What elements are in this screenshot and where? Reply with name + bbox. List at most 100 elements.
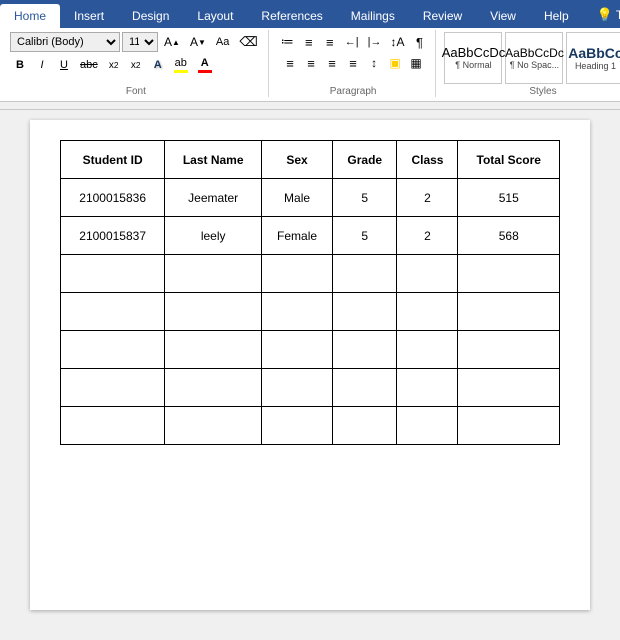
- font-color-button[interactable]: A: [194, 55, 216, 75]
- document-area: Student ID Last Name Sex Grade Class Tot…: [0, 110, 620, 620]
- col-class: Class: [397, 141, 458, 179]
- tab-insert[interactable]: Insert: [60, 4, 118, 28]
- table-cell[interactable]: Female: [262, 217, 333, 255]
- table-cell[interactable]: Male: [262, 179, 333, 217]
- table-row[interactable]: [61, 255, 560, 293]
- table-cell[interactable]: [165, 293, 262, 331]
- table-cell[interactable]: [262, 331, 333, 369]
- font-size-inc-button[interactable]: A▲: [160, 32, 184, 52]
- bold-button[interactable]: B: [10, 55, 30, 75]
- table-cell[interactable]: 515: [458, 179, 560, 217]
- center-button[interactable]: ≡: [301, 53, 321, 73]
- table-cell[interactable]: 2100015837: [61, 217, 165, 255]
- table-cell[interactable]: [397, 255, 458, 293]
- table-cell[interactable]: [61, 331, 165, 369]
- table-row[interactable]: 2100015836JeematerMale52515: [61, 179, 560, 217]
- justify-button[interactable]: ≡: [343, 53, 363, 73]
- borders-button[interactable]: ▦: [406, 53, 426, 73]
- table-row[interactable]: [61, 369, 560, 407]
- table-cell[interactable]: [333, 369, 397, 407]
- change-case-button[interactable]: Aa: [212, 32, 233, 52]
- italic-button[interactable]: I: [32, 55, 52, 75]
- align-left-button[interactable]: ≡: [280, 53, 300, 73]
- table-cell[interactable]: [458, 293, 560, 331]
- table-cell[interactable]: [262, 407, 333, 445]
- text-effects-button[interactable]: A: [148, 55, 168, 75]
- table-row[interactable]: [61, 293, 560, 331]
- table-cell[interactable]: [262, 369, 333, 407]
- table-cell[interactable]: [458, 407, 560, 445]
- underline-button[interactable]: U: [54, 55, 74, 75]
- table-cell[interactable]: leely: [165, 217, 262, 255]
- table-cell[interactable]: [333, 255, 397, 293]
- font-group-content: Calibri (Body) 11 A▲ A▼ Aa ⌫ B I U abc x…: [10, 32, 262, 84]
- increase-indent-button[interactable]: |→: [364, 32, 386, 52]
- table-cell[interactable]: [61, 407, 165, 445]
- font-size-select[interactable]: 11: [122, 32, 158, 52]
- tab-design[interactable]: Design: [118, 4, 183, 28]
- line-spacing-button[interactable]: ↕: [364, 53, 384, 73]
- font-name-select[interactable]: Calibri (Body): [10, 32, 120, 52]
- tab-references[interactable]: References: [247, 4, 336, 28]
- table-cell[interactable]: [397, 369, 458, 407]
- table-cell[interactable]: 2100015836: [61, 179, 165, 217]
- table-cell[interactable]: [165, 407, 262, 445]
- table-cell[interactable]: [333, 407, 397, 445]
- table-cell[interactable]: 2: [397, 217, 458, 255]
- table-cell[interactable]: 5: [333, 217, 397, 255]
- styles-group: AaBbCcDc ¶ Normal AaBbCcDc ¶ No Spac... …: [438, 30, 620, 97]
- col-last-name: Last Name: [165, 141, 262, 179]
- show-marks-button[interactable]: ¶: [409, 32, 429, 52]
- style-normal-label: ¶ Normal: [455, 60, 491, 71]
- superscript-button[interactable]: x2: [126, 55, 146, 75]
- style-heading1[interactable]: AaBbCc Heading 1: [566, 32, 620, 84]
- table-row[interactable]: 2100015837leelyFemale52568: [61, 217, 560, 255]
- table-cell[interactable]: Jeemater: [165, 179, 262, 217]
- table-cell[interactable]: [397, 407, 458, 445]
- tab-home[interactable]: Home: [0, 4, 60, 28]
- strikethrough-button[interactable]: abc: [76, 55, 102, 75]
- table-cell[interactable]: [397, 331, 458, 369]
- table-cell[interactable]: 568: [458, 217, 560, 255]
- table-cell[interactable]: [333, 293, 397, 331]
- decrease-indent-button[interactable]: ←|: [341, 32, 363, 52]
- table-cell[interactable]: [165, 331, 262, 369]
- tab-mailings[interactable]: Mailings: [337, 4, 409, 28]
- table-cell[interactable]: [458, 255, 560, 293]
- tab-layout[interactable]: Layout: [183, 4, 247, 28]
- table-cell[interactable]: [333, 331, 397, 369]
- style-nospace-label: ¶ No Spac...: [510, 60, 559, 71]
- table-row[interactable]: [61, 407, 560, 445]
- table-row[interactable]: [61, 331, 560, 369]
- clear-format-button[interactable]: ⌫: [235, 32, 261, 52]
- tab-help[interactable]: Help: [530, 4, 583, 28]
- numbering-button[interactable]: ≡: [299, 32, 319, 52]
- shading-button[interactable]: ▣: [385, 53, 405, 73]
- table-cell[interactable]: [61, 293, 165, 331]
- table-cell[interactable]: 2: [397, 179, 458, 217]
- table-cell[interactable]: [458, 331, 560, 369]
- sort-button[interactable]: ↕A: [386, 32, 408, 52]
- style-nospace[interactable]: AaBbCcDc ¶ No Spac...: [505, 32, 563, 84]
- highlight-button[interactable]: ab: [170, 55, 192, 75]
- multilevel-button[interactable]: ≡: [320, 32, 340, 52]
- bullets-button[interactable]: ≔: [277, 32, 298, 52]
- ribbon-body: Calibri (Body) 11 A▲ A▼ Aa ⌫ B I U abc x…: [0, 28, 620, 102]
- table-cell[interactable]: 5: [333, 179, 397, 217]
- table-cell[interactable]: [397, 293, 458, 331]
- align-right-button[interactable]: ≡: [322, 53, 342, 73]
- style-normal[interactable]: AaBbCcDc ¶ Normal: [444, 32, 502, 84]
- table-cell[interactable]: [165, 255, 262, 293]
- table-cell[interactable]: [262, 255, 333, 293]
- table-cell[interactable]: [165, 369, 262, 407]
- font-size-dec-button[interactable]: A▼: [186, 32, 210, 52]
- tab-tell[interactable]: 💡 Tell: [583, 2, 620, 28]
- table-cell[interactable]: [61, 369, 165, 407]
- table-cell[interactable]: [262, 293, 333, 331]
- tab-view[interactable]: View: [476, 4, 530, 28]
- font-group-label: Font: [126, 86, 146, 97]
- table-cell[interactable]: [458, 369, 560, 407]
- tab-review[interactable]: Review: [409, 4, 476, 28]
- table-cell[interactable]: [61, 255, 165, 293]
- subscript-button[interactable]: x2: [104, 55, 124, 75]
